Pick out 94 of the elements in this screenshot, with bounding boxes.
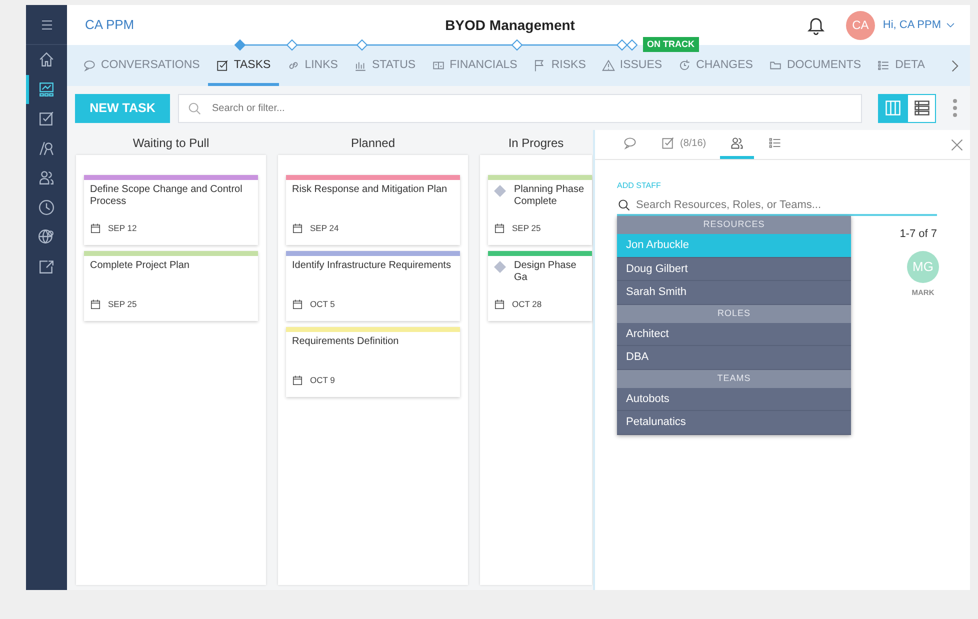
- calendar-icon: [292, 299, 303, 310]
- banknote-icon: [432, 59, 445, 72]
- tab[interactable]: CONVERSATIONS: [75, 53, 208, 86]
- page-title: BYOD Management: [445, 16, 575, 35]
- dropdown-item[interactable]: Petalunatics: [617, 411, 851, 434]
- tab[interactable]: FINANCIALS: [424, 53, 526, 86]
- new-task-button[interactable]: NEW TASK: [75, 94, 170, 122]
- due-date: OCT 5: [310, 298, 335, 311]
- speech-bubble-icon: [83, 59, 96, 72]
- globe-icon: [38, 228, 55, 246]
- calendar-icon: [494, 299, 505, 310]
- checkbox-icon: [38, 110, 55, 128]
- group-heading: ROLES: [617, 304, 851, 322]
- staff-search-field[interactable]: Search Resources, Roles, or Teams...: [636, 196, 937, 214]
- tab[interactable]: LINKS: [278, 53, 346, 86]
- task-card[interactable]: Requirements Definition OCT 9: [286, 327, 460, 397]
- search-icon: [187, 100, 202, 116]
- tab[interactable]: CHANGES: [670, 53, 761, 86]
- calendar-icon: [90, 299, 101, 310]
- dropdown-item[interactable]: Doug Gilbert: [617, 258, 851, 281]
- checkbox-icon: [661, 136, 675, 150]
- column-title: Planned: [350, 134, 396, 152]
- user-menu[interactable]: Hi, CA PPM: [882, 16, 956, 34]
- home-icon: [38, 51, 55, 68]
- group-heading: RESOURCES: [617, 216, 851, 234]
- folder-icon: [768, 59, 782, 72]
- task-card[interactable]: Complete Project Plan SEP 25: [84, 251, 258, 321]
- list-view-button[interactable]: [907, 94, 936, 122]
- card-title: Identify Infrastructure Requirements: [292, 260, 451, 272]
- due-date: OCT 9: [310, 374, 335, 387]
- clock-icon: [38, 198, 55, 216]
- column-title: Waiting to Pull: [132, 134, 210, 152]
- dropdown-item[interactable]: Autobots: [617, 388, 851, 411]
- calendar-icon: [292, 223, 303, 234]
- brand-name: CA PPM: [85, 16, 134, 34]
- due-date: OCT 28: [512, 298, 542, 311]
- task-card[interactable]: Define Scope Change and Control Process SEP 12: [84, 175, 258, 245]
- close-button[interactable]: [950, 137, 964, 154]
- history-icon: [678, 59, 692, 72]
- dropdown-item[interactable]: Jon Arbuckle: [617, 234, 851, 258]
- card-title: Define Scope Change and Control Process: [90, 184, 244, 207]
- link-icon: [286, 59, 300, 72]
- group-heading: TEAMS: [617, 370, 851, 388]
- due-date: SEP 25: [108, 298, 137, 311]
- calendar-icon: [90, 223, 101, 234]
- search-field[interactable]: Search or filter...: [210, 100, 853, 116]
- card-title: Requirements Definition: [292, 336, 399, 348]
- task-card[interactable]: Design Phase Ga OCT 28: [488, 251, 592, 321]
- due-date: SEP 24: [310, 222, 339, 235]
- diamond-icon: [494, 261, 506, 273]
- panel-tab[interactable]: (8/16): [651, 130, 716, 159]
- search-icon: [617, 198, 631, 212]
- list-icon: [877, 59, 890, 72]
- task-card[interactable]: Identify Infrastructure Requirements OCT 5: [286, 251, 460, 321]
- export-icon: [38, 258, 55, 275]
- result-count: 1-7 of 7: [900, 227, 937, 242]
- search-box[interactable]: Search or filter...: [178, 94, 862, 122]
- speech-bubble-icon: [623, 136, 637, 150]
- checkbox-icon: [216, 59, 229, 72]
- due-date: SEP 12: [108, 222, 137, 235]
- tab[interactable]: RISKS: [525, 53, 594, 86]
- tab[interactable]: ISSUES: [594, 53, 670, 86]
- ribbon-icon: [38, 140, 55, 157]
- bell-icon[interactable]: [806, 15, 826, 35]
- people-icon: [730, 136, 744, 150]
- dropdown-item[interactable]: Sarah Smith: [617, 281, 851, 304]
- dropdown-item[interactable]: DBA: [617, 346, 851, 370]
- task-card[interactable]: Planning Phase Complete SEP 25: [488, 175, 592, 245]
- calendar-icon: [292, 375, 303, 386]
- tab[interactable]: STATUS: [346, 53, 424, 86]
- warning-icon: [602, 59, 615, 72]
- card-title: Planning Phase Complete: [514, 184, 586, 207]
- task-card[interactable]: Risk Response and Mitigation Plan SEP 24: [286, 175, 460, 245]
- close-icon: [950, 138, 964, 152]
- card-title: Design Phase Ga: [514, 260, 578, 283]
- diamond-icon: [494, 185, 506, 197]
- flag-icon: [533, 59, 546, 72]
- field-label: ADD STAFF: [617, 181, 661, 190]
- calendar-icon: [494, 223, 505, 234]
- tab[interactable]: DOCUMENTS: [760, 53, 870, 86]
- dashboard-icon: [38, 80, 55, 98]
- due-date: SEP 25: [512, 222, 541, 235]
- card-title: Complete Project Plan: [90, 260, 190, 272]
- people-icon: [38, 169, 55, 186]
- list-icon: [768, 136, 782, 150]
- user-avatar[interactable]: CA: [846, 10, 875, 40]
- tab[interactable]: DETA: [869, 53, 933, 86]
- columns-icon: [884, 99, 902, 117]
- rows-icon: [912, 99, 930, 117]
- more-icon[interactable]: [952, 98, 958, 118]
- column-title: In Progres: [508, 134, 564, 152]
- status-badge: ON TRACK: [643, 37, 698, 52]
- card-title: Risk Response and Mitigation Plan: [292, 184, 448, 196]
- dropdown-item[interactable]: Architect: [617, 322, 851, 346]
